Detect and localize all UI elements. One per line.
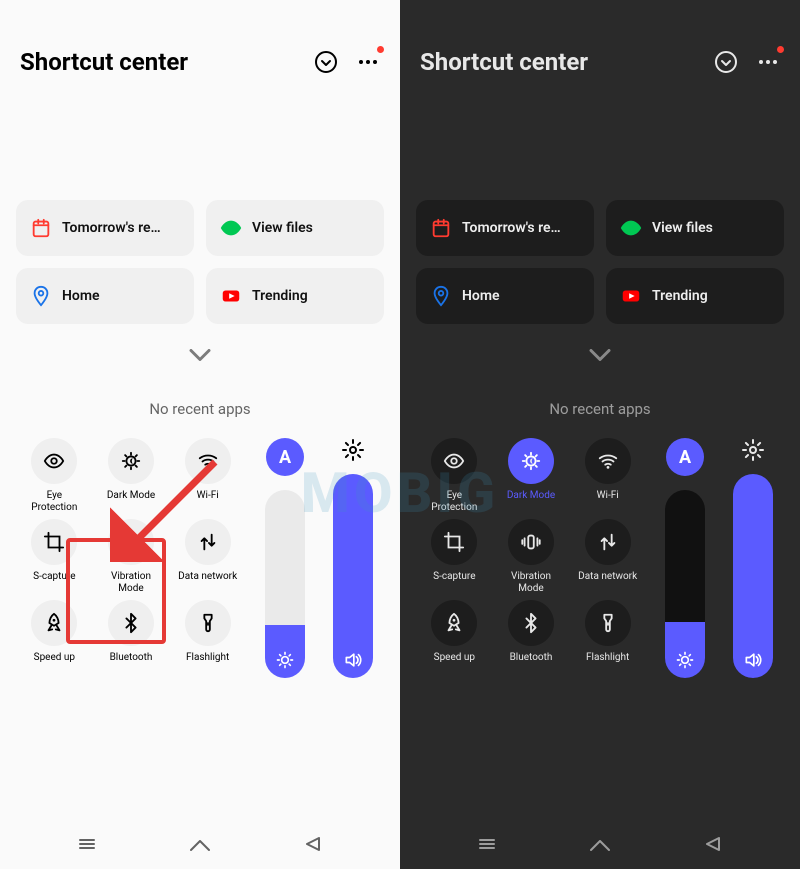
tile-dark-mode[interactable]: Dark Mode <box>493 438 570 513</box>
card-label: Home <box>462 288 580 304</box>
tile-wifi[interactable]: Wi-Fi <box>569 438 646 513</box>
tile-flashlight[interactable]: Flashlight <box>569 600 646 674</box>
tile-speed-up[interactable]: Speed up <box>16 600 93 674</box>
card-home[interactable]: Home <box>416 268 594 324</box>
gear-icon[interactable] <box>341 438 365 462</box>
tile-wifi[interactable]: Wi-Fi <box>169 438 246 513</box>
eye-icon <box>220 217 242 239</box>
nav-back[interactable] <box>698 829 728 859</box>
youtube-icon <box>620 285 642 307</box>
auto-brightness-toggle[interactable]: A <box>666 438 704 476</box>
quick-cards: Tomorrow's re… View files Home Trending <box>16 200 384 324</box>
card-label: View files <box>652 220 770 236</box>
tile-vibration-mode[interactable]: Vibration Mode <box>93 519 170 594</box>
card-trending[interactable]: Trending <box>206 268 384 324</box>
nav-recent[interactable] <box>72 829 102 859</box>
auto-brightness-toggle[interactable]: A <box>266 438 304 476</box>
tile-flashlight[interactable]: Flashlight <box>169 600 246 674</box>
light-screen: Shortcut center Tomorrow's re… View file… <box>0 0 400 869</box>
tile-bluetooth[interactable]: Bluetooth <box>93 600 170 674</box>
card-view-files[interactable]: View files <box>606 200 784 256</box>
tile-vibration-mode[interactable]: Vibration Mode <box>493 519 570 594</box>
expand-icon[interactable] <box>314 50 338 74</box>
volume-slider[interactable] <box>724 438 782 678</box>
card-label: Trending <box>652 288 770 304</box>
chevron-down-icon[interactable] <box>182 344 218 366</box>
quick-cards: Tomorrow's re… View files Home Trending <box>416 200 784 324</box>
header: Shortcut center <box>400 40 800 100</box>
notification-dot <box>777 46 784 53</box>
card-tomorrows-reminder[interactable]: Tomorrow's re… <box>16 200 194 256</box>
no-recent-apps-label: No recent apps <box>400 400 800 418</box>
card-view-files[interactable]: View files <box>206 200 384 256</box>
card-label: Tomorrow's re… <box>462 220 580 236</box>
navbar <box>0 819 400 869</box>
card-label: Trending <box>252 288 370 304</box>
calendar-icon <box>430 217 452 239</box>
card-label: View files <box>252 220 370 236</box>
control-center: Eye Protection Dark Mode Wi-Fi S-capture… <box>400 438 800 678</box>
brightness-slider[interactable]: A <box>256 438 314 678</box>
card-home[interactable]: Home <box>16 268 194 324</box>
youtube-icon <box>220 285 242 307</box>
control-center: Eye Protection Dark Mode Wi-Fi S-capture… <box>0 438 400 678</box>
navbar <box>400 819 800 869</box>
tile-bluetooth[interactable]: Bluetooth <box>493 600 570 674</box>
nav-back[interactable] <box>298 829 328 859</box>
no-recent-apps-label: No recent apps <box>0 400 400 418</box>
gear-icon[interactable] <box>741 438 765 462</box>
expand-icon[interactable] <box>714 50 738 74</box>
tile-data-network[interactable]: Data network <box>569 519 646 594</box>
nav-recent[interactable] <box>472 829 502 859</box>
tile-eye-protection[interactable]: Eye Protection <box>416 438 493 513</box>
tile-grid: Eye Protection Dark Mode Wi-Fi S-capture… <box>416 438 646 674</box>
brightness-icon <box>675 650 695 670</box>
nav-home[interactable] <box>185 829 215 859</box>
volume-icon <box>743 650 763 670</box>
card-label: Tomorrow's re… <box>62 220 180 236</box>
page-title: Shortcut center <box>420 48 588 76</box>
card-label: Home <box>62 288 180 304</box>
card-tomorrows-reminder[interactable]: Tomorrow's re… <box>416 200 594 256</box>
more-icon[interactable] <box>756 50 780 74</box>
tile-speed-up[interactable]: Speed up <box>416 600 493 674</box>
notification-dot <box>377 46 384 53</box>
volume-icon <box>343 650 363 670</box>
tile-s-capture[interactable]: S-capture <box>416 519 493 594</box>
card-trending[interactable]: Trending <box>606 268 784 324</box>
tile-s-capture[interactable]: S-capture <box>16 519 93 594</box>
more-icon[interactable] <box>356 50 380 74</box>
tile-data-network[interactable]: Data network <box>169 519 246 594</box>
eye-icon <box>620 217 642 239</box>
chevron-down-icon[interactable] <box>582 344 618 366</box>
header: Shortcut center <box>0 40 400 100</box>
volume-slider[interactable] <box>324 438 382 678</box>
brightness-slider[interactable]: A <box>656 438 714 678</box>
page-title: Shortcut center <box>20 48 188 76</box>
maps-icon <box>30 285 52 307</box>
tile-eye-protection[interactable]: Eye Protection <box>16 438 93 513</box>
maps-icon <box>430 285 452 307</box>
dark-screen: Shortcut center Tomorrow's re… View file… <box>400 0 800 869</box>
brightness-icon <box>275 650 295 670</box>
nav-home[interactable] <box>585 829 615 859</box>
calendar-icon <box>30 217 52 239</box>
tile-grid: Eye Protection Dark Mode Wi-Fi S-capture… <box>16 438 246 674</box>
tile-dark-mode[interactable]: Dark Mode <box>93 438 170 513</box>
